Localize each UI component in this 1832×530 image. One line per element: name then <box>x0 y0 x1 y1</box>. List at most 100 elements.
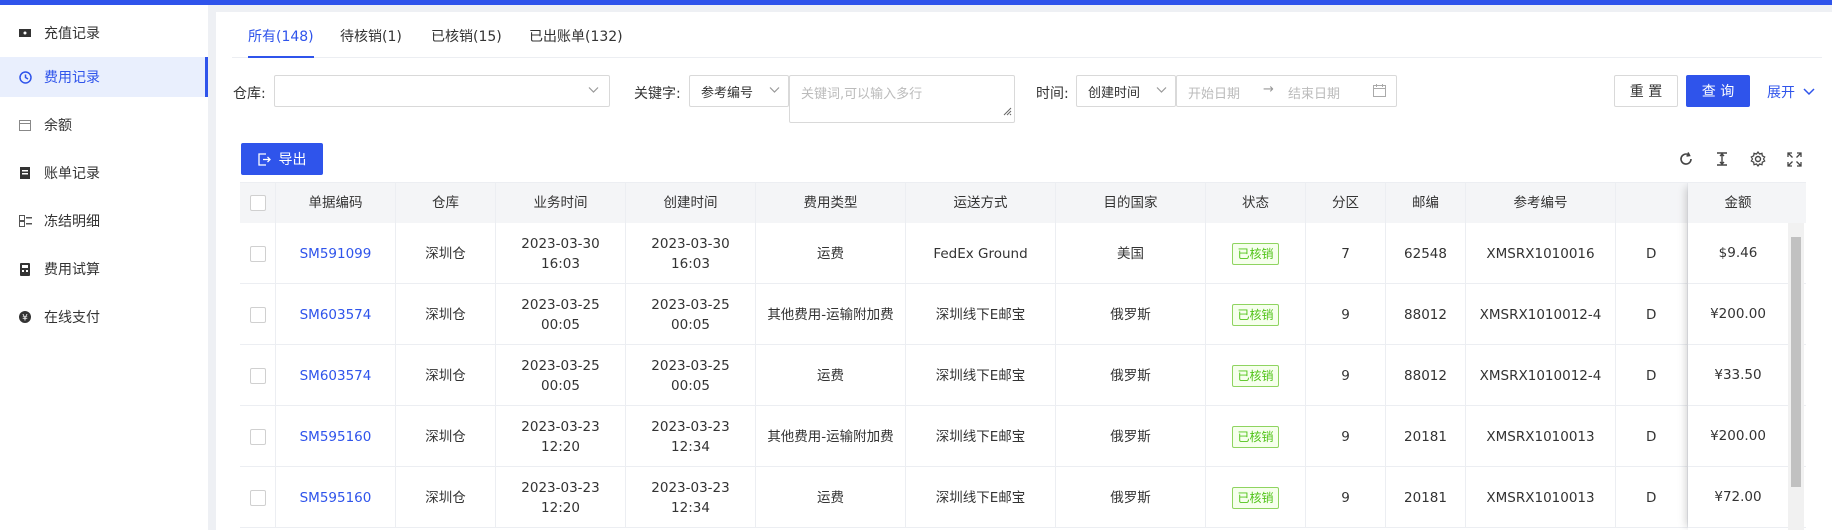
start-date-input[interactable]: 开始日期 <box>1188 83 1240 102</box>
amount-column: 金额 $9.46 ¥200.00 ¥33.50 ¥200.00 ¥72.00 <box>1688 183 1788 530</box>
warehouse-cell: 深圳仓 <box>396 223 496 284</box>
row-checkbox[interactable] <box>249 428 266 445</box>
header-zip[interactable]: 邮编 <box>1386 183 1466 223</box>
sidebar-item-label: 账单记录 <box>44 166 100 182</box>
status-cell: 已核销 <box>1206 284 1306 345</box>
fee-type-cell: 运费 <box>756 467 906 528</box>
code-cell: SM603574 <box>276 345 396 406</box>
table-row[interactable]: SM595160 深圳仓 2023-03-23 12:20 2023-03-23 12:3… <box>240 467 1806 528</box>
header-ref[interactable]: 参考编号 <box>1466 183 1616 223</box>
row-checkbox[interactable] <box>249 245 266 262</box>
time-text: 00:05 <box>541 316 580 333</box>
code-link[interactable]: SM595160 <box>300 488 372 508</box>
table-row[interactable]: SM591099 深圳仓 2023-03-30 16:03 2023-03-30 16:0… <box>240 223 1806 284</box>
sidebar-item-frozen-details[interactable]: 冻结明细 <box>0 201 208 241</box>
header-fee-type[interactable]: 费用类型 <box>756 183 906 223</box>
ref-cell: XMSRX1010013 <box>1466 467 1616 528</box>
expand-filters-button[interactable]: 展开 <box>1767 82 1815 102</box>
sidebar-item-recharge[interactable]: 充值记录 <box>0 13 208 53</box>
sidebar-item-fee-calculator[interactable]: 费用试算 <box>0 249 208 289</box>
header-country[interactable]: 目的国家 <box>1056 183 1206 223</box>
row-select-cell <box>240 406 276 467</box>
table-row[interactable]: SM603574 深圳仓 2023-03-25 00:05 2023-03-25 00:0… <box>240 284 1806 345</box>
column-height-icon[interactable] <box>1713 150 1731 168</box>
tab-verified[interactable]: 已核销(15) <box>431 26 502 58</box>
amount-cell: $9.46 <box>1688 223 1788 284</box>
code-link[interactable]: SM595160 <box>300 427 372 447</box>
tab-pending[interactable]: 待核销(1) <box>340 26 402 58</box>
row-checkbox[interactable] <box>249 489 266 506</box>
sidebar-item-online-payment[interactable]: ¥ 在线支付 <box>0 297 208 337</box>
select-all-checkbox[interactable] <box>249 195 266 211</box>
date-text: 2023-03-23 <box>651 418 730 435</box>
time-label: 时间: <box>1036 86 1069 102</box>
sidebar-item-label: 余额 <box>44 118 72 134</box>
biz-time-cell: 2023-03-23 12:20 <box>496 406 626 467</box>
time-type-value: 创建时间 <box>1088 86 1141 101</box>
table-row[interactable]: SM595160 深圳仓 2023-03-23 12:20 2023-03-23 12:3… <box>240 406 1806 467</box>
date-text: 2023-03-23 <box>521 418 600 435</box>
shipping-cell: 深圳线下E邮宝 <box>906 284 1056 345</box>
create-time-cell: 2023-03-23 12:34 <box>626 467 756 528</box>
row-checkbox[interactable] <box>249 306 266 323</box>
keyword-type-select[interactable]: 参考编号 <box>689 75 789 107</box>
settings-gear-icon[interactable] <box>1749 150 1767 168</box>
code-link[interactable]: SM603574 <box>300 366 372 386</box>
header-extra <box>1616 183 1688 223</box>
keyword-textarea[interactable]: 关键词,可以输入多行 <box>789 75 1015 123</box>
calculator-icon <box>18 262 32 276</box>
warehouse-select[interactable] <box>274 75 610 107</box>
amount-cell: ¥33.50 <box>1688 345 1788 406</box>
create-time-cell: 2023-03-30 16:03 <box>626 223 756 284</box>
reset-button[interactable]: 重 置 <box>1614 75 1678 107</box>
tab-billed[interactable]: 已出账单(132) <box>529 26 623 58</box>
extra-cell: D <box>1616 345 1688 406</box>
sidebar-item-label: 在线支付 <box>44 310 100 326</box>
vertical-scrollbar[interactable] <box>1788 223 1804 530</box>
header-shipping[interactable]: 运送方式 <box>906 183 1056 223</box>
tab-all[interactable]: 所有(148) <box>248 26 314 58</box>
resize-handle-icon[interactable] <box>1002 104 1012 120</box>
fee-type-cell: 其他费用-运输附加费 <box>756 284 906 345</box>
select-all-cell <box>240 183 276 223</box>
code-link[interactable]: SM591099 <box>300 244 372 264</box>
time-text: 16:03 <box>541 255 580 272</box>
code-cell: SM595160 <box>276 406 396 467</box>
sidebar-item-label: 费用试算 <box>44 262 100 278</box>
header-zone[interactable]: 分区 <box>1306 183 1386 223</box>
end-date-input[interactable]: 结束日期 <box>1288 83 1340 102</box>
date-text: 2023-03-25 <box>521 357 600 374</box>
date-range-picker[interactable]: 开始日期 → 结束日期 <box>1176 75 1397 107</box>
header-status[interactable]: 状态 <box>1206 183 1306 223</box>
row-select-cell <box>240 223 276 284</box>
header-amount[interactable]: 金额 <box>1688 183 1788 223</box>
clock-icon <box>18 70 32 84</box>
status-badge: 已核销 <box>1232 425 1279 448</box>
fullscreen-icon[interactable] <box>1785 150 1803 168</box>
export-button[interactable]: 导出 <box>241 143 323 175</box>
time-type-select[interactable]: 创建时间 <box>1076 75 1176 107</box>
warehouse-cell: 深圳仓 <box>396 467 496 528</box>
header-code[interactable]: 单据编码 <box>276 183 396 223</box>
sidebar-item-fee-records[interactable]: 费用记录 <box>0 57 208 97</box>
sidebar-item-label: 费用记录 <box>44 70 100 86</box>
create-time-cell: 2023-03-25 00:05 <box>626 345 756 406</box>
time-text: 12:20 <box>541 499 580 516</box>
zone-cell: 9 <box>1306 406 1386 467</box>
row-checkbox[interactable] <box>249 367 266 384</box>
warehouse-label: 仓库: <box>233 86 266 102</box>
shipping-cell: 深圳线下E邮宝 <box>906 345 1056 406</box>
search-button[interactable]: 查 询 <box>1686 75 1750 107</box>
header-create-time[interactable]: 创建时间 <box>626 183 756 223</box>
sidebar-item-balance[interactable]: 余额 <box>0 105 208 145</box>
code-cell: SM595160 <box>276 467 396 528</box>
zip-cell: 20181 <box>1386 406 1466 467</box>
scrollbar-thumb[interactable] <box>1791 237 1801 487</box>
table-row[interactable]: SM603574 深圳仓 2023-03-25 00:05 2023-03-25 00:0… <box>240 345 1806 406</box>
date-text: 2023-03-25 <box>521 296 600 313</box>
refresh-icon[interactable] <box>1677 150 1695 168</box>
header-warehouse[interactable]: 仓库 <box>396 183 496 223</box>
sidebar-item-bill-records[interactable]: 账单记录 <box>0 153 208 193</box>
code-link[interactable]: SM603574 <box>300 305 372 325</box>
header-biz-time[interactable]: 业务时间 <box>496 183 626 223</box>
